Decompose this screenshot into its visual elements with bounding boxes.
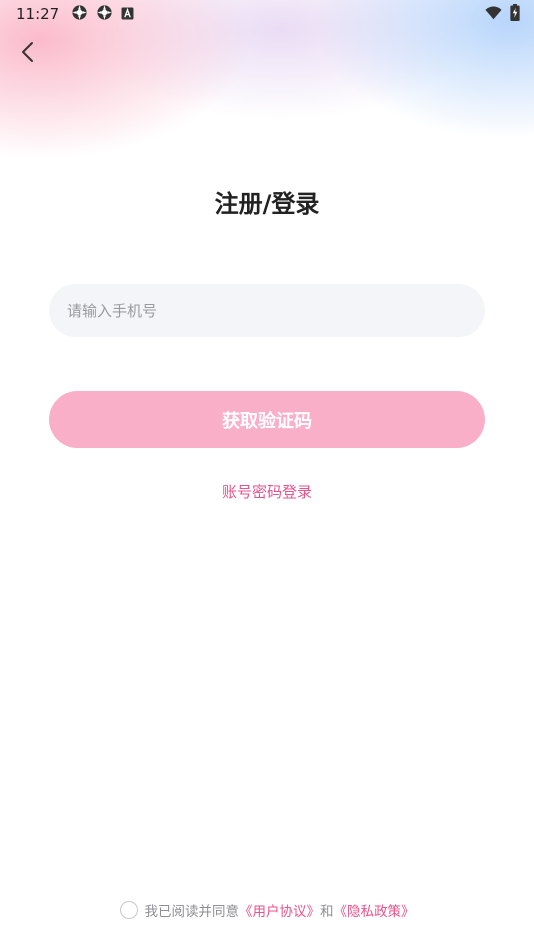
page-title: 注册/登录 <box>214 190 320 218</box>
agreement-prefix: 我已阅读并同意 <box>144 904 240 920</box>
user-agreement-link[interactable]: 《用户协议》 <box>239 900 320 920</box>
back-button[interactable] <box>12 38 44 70</box>
privacy-policy-link[interactable]: 《隐私政策》 <box>334 900 415 920</box>
wifi-icon <box>485 5 502 24</box>
phone-input[interactable] <box>67 301 467 320</box>
agreement-row: 我已阅读并同意 《用户协议》 和 《隐私政策》 <box>0 900 534 920</box>
agreement-conjunction: 和 <box>320 904 334 920</box>
settings-gear-icon <box>71 4 88 25</box>
app-a-icon <box>121 5 134 24</box>
chevron-left-icon <box>20 41 36 67</box>
battery-charging-icon <box>510 3 520 25</box>
password-login-link[interactable]: 账号密码登录 <box>0 481 534 502</box>
status-bar: 11:27 <box>0 0 534 28</box>
status-time: 11:27 <box>16 5 60 23</box>
agreement-checkbox[interactable] <box>119 901 138 919</box>
system-icons <box>485 3 520 25</box>
phone-input-container[interactable] <box>49 284 485 337</box>
get-verification-code-button[interactable]: 获取验证码 <box>49 391 485 448</box>
notification-icons <box>71 4 134 25</box>
header-gradient-background <box>0 0 534 260</box>
settings-gear-icon <box>96 4 113 25</box>
